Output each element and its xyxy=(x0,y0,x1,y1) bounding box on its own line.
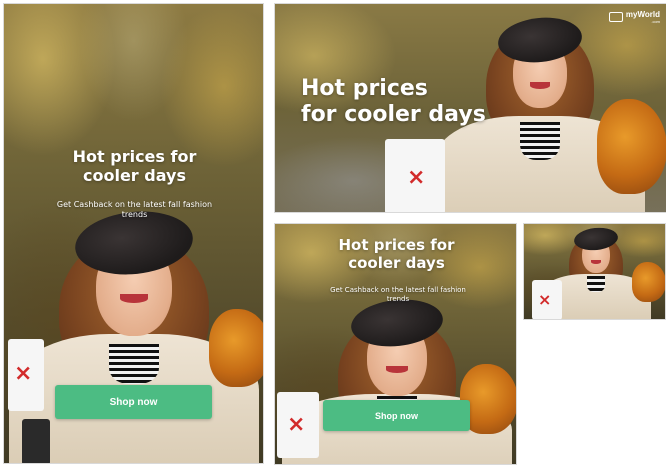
autumn-leaves-bouquet xyxy=(209,309,263,387)
ad-headline: Hot prices for cooler days xyxy=(275,236,516,272)
ad-headline: Hot prices for cooler days xyxy=(4,147,263,186)
headline-line-2: cooler days xyxy=(348,254,445,272)
headline-line-1: Hot prices xyxy=(301,76,428,101)
banner-square[interactable]: ⨯ Hot prices for cooler days Get Cashbac… xyxy=(274,223,517,465)
headline-line-2: for cooler days xyxy=(301,102,486,128)
shop-now-button[interactable]: Shop now xyxy=(55,385,212,419)
shopping-bag: ⨯ xyxy=(277,392,319,458)
myworld-logo-icon xyxy=(608,12,623,22)
headline-line-2: cooler days xyxy=(83,166,186,186)
banner-small[interactable]: ⨯ xyxy=(523,223,666,320)
shopping-bag: ⨯ xyxy=(385,139,445,212)
shop-now-button[interactable]: Shop now xyxy=(323,400,470,431)
dark-shopping-bag xyxy=(22,419,50,463)
ad-subline: Get Cashback on the latest fall fashion … xyxy=(330,286,466,303)
autumn-leaves-bouquet xyxy=(632,262,665,302)
headline-line-1: Hot prices for xyxy=(72,147,197,166)
autumn-leaves-bouquet xyxy=(597,99,666,194)
logo-text: myWorld xyxy=(625,10,660,19)
banner-tall[interactable]: ⨯ Hot prices for cooler days Get Cashbac… xyxy=(3,3,264,464)
headline-line-1: Hot prices for xyxy=(338,236,455,254)
logo-subtext: .com xyxy=(651,19,660,24)
banner-wide[interactable]: ⨯ myWorld .com Hot prices for cooler day… xyxy=(274,3,666,213)
myworld-logo[interactable]: myWorld .com xyxy=(608,10,660,24)
shopping-bag: ⨯ xyxy=(532,280,562,319)
ad-subline: Get Cashback on the latest fall fashion … xyxy=(56,200,213,219)
shopping-bag: ⨯ xyxy=(8,339,44,411)
ad-headline: Hot prices for cooler days xyxy=(301,76,486,129)
